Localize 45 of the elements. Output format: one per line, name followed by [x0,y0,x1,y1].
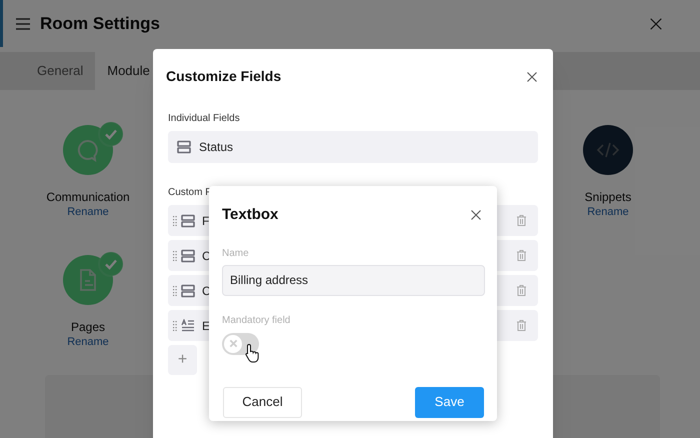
trash-icon[interactable] [517,250,526,261]
page-title: Room Settings [40,12,160,35]
tab[interactable]: General [25,52,96,90]
trash-icon[interactable] [517,285,526,296]
save-button[interactable]: Save [415,386,484,418]
drag-handle-icon[interactable] [173,250,177,260]
close-icon[interactable] [526,70,538,82]
close-icon[interactable] [470,209,482,222]
stacked-rows-icon [181,284,195,298]
menu-icon[interactable] [16,16,30,30]
field-label: Name [222,246,250,260]
drag-handle-icon[interactable] [173,320,177,330]
check-badge-icon [98,121,124,147]
name-field[interactable]: Billing address [222,264,485,296]
text-lines-icon [181,318,195,332]
module-name: Communication [46,189,130,205]
rename-link[interactable]: Rename [587,205,629,219]
rename-link[interactable]: Rename [67,205,109,219]
close-icon[interactable] [649,16,663,30]
drag-handle-icon[interactable] [173,216,177,226]
add-button[interactable]: + [168,345,197,375]
cancel-button[interactable]: Cancel [223,386,302,418]
mandatory-toggle[interactable] [222,332,259,354]
dialog-title: Customize Fields [166,67,282,86]
stacked-rows-icon [181,214,195,228]
drag-handle-icon[interactable] [173,286,177,296]
module-name: Snippets [584,189,632,205]
x-icon [228,339,238,348]
chat-bubble-icon [76,138,100,162]
field-row[interactable]: Status [168,131,538,163]
trash-icon[interactable] [517,215,526,226]
field-name: F [202,212,210,230]
document-icon [77,268,99,292]
stacked-rows-icon [177,140,191,154]
dialog-title: Textbox [222,205,278,225]
check-badge-icon [98,251,124,277]
code-icon [596,140,620,160]
module-name: Pages [70,319,106,335]
section-label: Individual Fields [168,112,241,126]
field-name: E [202,318,210,334]
stacked-rows-icon [181,248,195,262]
trash-icon[interactable] [517,320,526,331]
field-name: Status [199,139,234,156]
field-label: Mandatory field [222,314,292,328]
rename-link[interactable]: Rename [67,335,109,349]
